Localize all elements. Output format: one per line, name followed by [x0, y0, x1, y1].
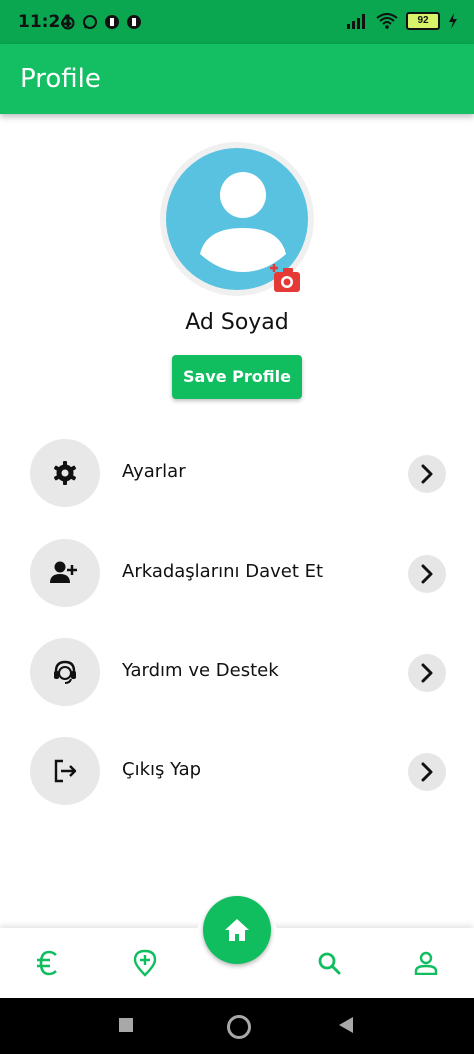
chevron-right-icon[interactable]	[408, 555, 446, 593]
home-icon	[225, 919, 249, 941]
add-user-icon	[50, 561, 77, 583]
menu-item-help-support[interactable]: Yardım ve Destek	[0, 638, 474, 708]
chevron-right-icon[interactable]	[408, 455, 446, 493]
home-system-icon[interactable]	[227, 1015, 251, 1039]
user-icon	[414, 951, 438, 975]
chevron-right-icon[interactable]	[408, 654, 446, 692]
nav-search[interactable]	[314, 948, 344, 978]
menu-item-label: Arkadaşlarını Davet Et	[122, 561, 324, 582]
menu-item-label: Yardım ve Destek	[122, 660, 279, 681]
search-icon	[318, 952, 341, 975]
app-icon	[105, 15, 119, 29]
headset-icon	[54, 660, 76, 684]
app-icon	[127, 15, 141, 29]
menu-icon-bg	[30, 539, 100, 607]
whatsapp-icon	[83, 15, 97, 29]
page-title: Profile	[20, 64, 101, 94]
battery-indicator: 92	[406, 12, 440, 30]
nav-euro[interactable]	[33, 948, 63, 978]
menu-icon-bg	[30, 638, 100, 706]
nav-profile[interactable]	[411, 948, 441, 978]
signal-icon	[347, 14, 365, 29]
menu-item-label: Ayarlar	[122, 461, 186, 482]
menu-item-settings[interactable]: Ayarlar	[0, 439, 474, 509]
profile-name: Ad Soyad	[185, 310, 289, 335]
save-profile-button[interactable]: Save Profile	[172, 355, 302, 399]
alarm-icon	[61, 16, 75, 30]
app-bar: Profile	[0, 44, 474, 114]
menu-item-logout[interactable]: Çıkış Yap	[0, 737, 474, 807]
recents-icon[interactable]	[119, 1018, 133, 1032]
logout-icon	[54, 759, 77, 783]
nav-location-add[interactable]	[130, 948, 160, 978]
chevron-right-icon[interactable]	[408, 753, 446, 791]
menu-icon-bg	[30, 737, 100, 805]
back-icon[interactable]	[338, 1016, 354, 1034]
camera-add-icon[interactable]	[270, 264, 302, 294]
location-add-icon	[133, 949, 157, 977]
wifi-icon	[376, 13, 398, 29]
menu-item-label: Çıkış Yap	[122, 759, 202, 780]
menu-icon-bg	[30, 439, 100, 507]
menu-item-invite-friends[interactable]: Arkadaşlarını Davet Et	[0, 539, 474, 609]
status-bar: 11:24 92	[0, 0, 474, 44]
euro-icon	[37, 950, 57, 976]
gear-icon	[53, 461, 77, 485]
home-button[interactable]	[203, 896, 271, 964]
charging-icon	[449, 13, 457, 29]
